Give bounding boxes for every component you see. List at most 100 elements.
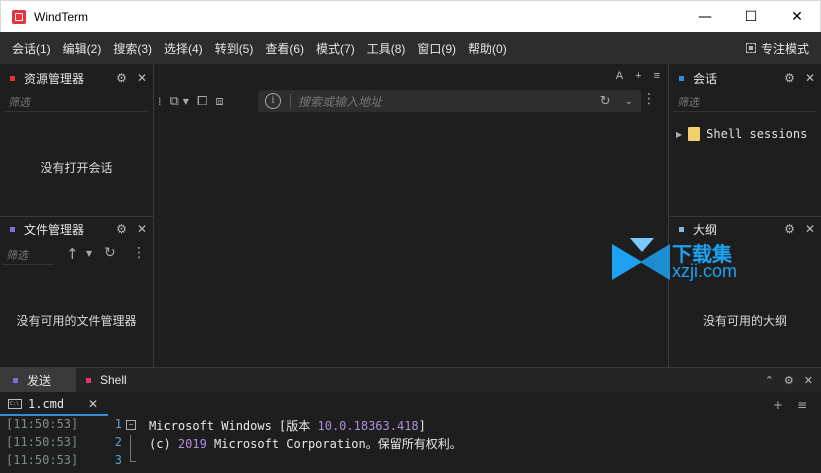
file-manager-tools: ⚙ ✕ xyxy=(116,217,147,241)
refresh-icon[interactable]: ↻ xyxy=(104,245,116,261)
file-manager-filter-input[interactable]: 筛选 xyxy=(2,245,54,265)
tree-item-shell-sessions[interactable]: ▶ Shell sessions xyxy=(676,124,807,144)
chevron-down-icon[interactable]: ⌄ xyxy=(625,96,633,107)
tree-item-label: Shell sessions xyxy=(706,127,808,141)
menu-mode[interactable]: 模式(7) xyxy=(310,40,361,57)
focus-mode-button[interactable]: 专注模式 xyxy=(745,32,809,64)
line-number: 1 xyxy=(114,417,122,431)
terminal-line: [11:50:53] 1 − Microsoft Windows [版本 10.… xyxy=(0,417,821,435)
drag-handle-icon[interactable]: ⁞ xyxy=(158,95,162,108)
timestamp: [11:50:53] xyxy=(6,453,79,467)
fold-end xyxy=(130,461,136,462)
info-icon[interactable]: i xyxy=(265,93,281,109)
menu-tools[interactable]: 工具(8) xyxy=(361,40,412,57)
gear-icon[interactable]: ⚙ xyxy=(116,222,127,236)
bottom-panel-tabs: 发送 Shell ⌃ ⚙ ✕ xyxy=(0,368,821,392)
file-manager-panel: 文件管理器 ⚙ ✕ 筛选 ↑ ▼ ↻ ⋮ 没有可用的文件管理器 xyxy=(0,217,153,367)
explorer-panel: 资源管理器 ⚙ ✕ 筛选 没有打开会话 xyxy=(0,66,153,216)
center-tools: A + ≡ xyxy=(616,64,660,88)
text-segment: ] xyxy=(418,419,426,433)
menu-session[interactable]: 会话(1) xyxy=(6,40,57,57)
gear-icon[interactable]: ⚙ xyxy=(116,71,127,85)
menu-edit[interactable]: 编辑(2) xyxy=(57,40,108,57)
terminal-line: [11:50:53] 3 xyxy=(0,453,821,471)
close-icon[interactable]: ✕ xyxy=(88,397,98,411)
terminal-line: [11:50:53] 2 (c) 2019 Microsoft Corporat… xyxy=(0,435,821,453)
font-button[interactable]: A xyxy=(616,70,623,82)
maximize-button[interactable]: ☐ xyxy=(728,1,774,32)
file-manager-title: 文件管理器 xyxy=(24,222,85,237)
line-number: 3 xyxy=(114,453,122,467)
explorer-tools: ⚙ ✕ xyxy=(116,66,147,90)
watermark: 下载集 xzji.com xyxy=(612,238,762,284)
menu-icon[interactable]: ≡ xyxy=(797,398,807,412)
address-bar[interactable]: i 搜索或输入地址 ↻ ⌄ xyxy=(258,90,641,112)
duplicate-session-icon[interactable]: ⧈ xyxy=(215,94,223,109)
close-icon[interactable]: ✕ xyxy=(805,222,815,236)
close-icon[interactable]: ✕ xyxy=(804,374,813,387)
explorer-filter-input[interactable]: 筛选 xyxy=(4,92,149,112)
menu-bar: 会话(1) 编辑(2) 搜索(3) 选择(4) 转到(5) 查看(6) 模式(7… xyxy=(0,32,821,64)
tab-send[interactable]: 发送 xyxy=(0,368,76,392)
session-tab-bar: C:\ 1.cmd ✕ + ≡ xyxy=(0,394,821,416)
menu-view[interactable]: 查看(6) xyxy=(259,40,310,57)
title-bar: WindTerm — ☐ ✕ xyxy=(0,0,821,32)
send-dot-icon xyxy=(13,377,18,383)
sessions-dot-icon xyxy=(679,75,684,81)
bottom-panel-tools: ⌃ ⚙ ✕ xyxy=(765,368,813,392)
chevron-down-icon[interactable]: ▼ xyxy=(86,249,92,258)
menu-button[interactable]: ≡ xyxy=(654,70,660,82)
close-icon[interactable]: ✕ xyxy=(137,71,147,85)
gear-icon[interactable]: ⚙ xyxy=(784,222,795,236)
terminal-text: (c) 2019 Microsoft Corporation。保留所有权利。 xyxy=(149,435,462,452)
file-manager-empty-message: 没有可用的文件管理器 xyxy=(16,314,137,328)
tab-shell[interactable]: Shell xyxy=(76,368,137,392)
open-session-icon[interactable]: ⧠ xyxy=(197,94,207,109)
file-manager-dot-icon xyxy=(10,226,15,232)
session-tab[interactable]: C:\ 1.cmd ✕ xyxy=(0,394,108,416)
address-input[interactable]: 搜索或输入地址 xyxy=(298,93,382,110)
gear-icon[interactable]: ⚙ xyxy=(784,374,794,387)
menu-window[interactable]: 窗口(9) xyxy=(411,40,462,57)
collapse-icon[interactable]: ⌃ xyxy=(765,374,774,387)
version-number: 10.0.18363.418 xyxy=(317,419,419,433)
tab-send-label: 发送 xyxy=(27,373,52,388)
outline-empty-message: 没有可用的大纲 xyxy=(702,314,787,328)
terminal-text: Microsoft Windows [版本 10.0.18363.418] xyxy=(149,417,426,434)
more-icon[interactable]: ⋮ xyxy=(642,91,656,107)
text-segment: Microsoft Windows [版本 xyxy=(149,419,318,433)
add-icon[interactable]: + xyxy=(773,398,783,412)
text-segment: Microsoft Corporation。保留所有权利。 xyxy=(206,437,462,451)
close-button[interactable]: ✕ xyxy=(774,1,820,32)
close-icon[interactable]: ✕ xyxy=(805,71,815,85)
outline-tools: ⚙ ✕ xyxy=(784,217,815,241)
explorer-header: 资源管理器 ⚙ ✕ xyxy=(0,66,153,90)
more-icon[interactable]: ⋮ xyxy=(132,245,146,261)
up-arrow-icon[interactable]: ↑ xyxy=(66,245,79,263)
menu-select[interactable]: 选择(4) xyxy=(158,40,209,57)
watermark-logo-icon xyxy=(612,238,670,280)
address-actions: ↻ ⌄ xyxy=(600,90,633,112)
file-manager-toolbar: 筛选 ↑ ▼ ↻ ⋮ xyxy=(0,241,153,271)
close-icon[interactable]: ✕ xyxy=(137,222,147,236)
terminal-output[interactable]: [11:50:53] 1 − Microsoft Windows [版本 10.… xyxy=(0,417,821,473)
menu-search[interactable]: 搜索(3) xyxy=(107,40,158,57)
folder-icon xyxy=(688,127,701,141)
menu-help[interactable]: 帮助(0) xyxy=(462,40,513,57)
address-separator xyxy=(290,94,291,108)
sessions-filter-input[interactable]: 筛选 xyxy=(673,92,817,112)
outline-dot-icon xyxy=(679,226,684,232)
gear-icon[interactable]: ⚙ xyxy=(784,71,795,85)
add-tab-button[interactable]: + xyxy=(635,70,641,82)
fold-guide xyxy=(130,435,131,453)
minimize-button[interactable]: — xyxy=(682,1,728,32)
menu-goto[interactable]: 转到(5) xyxy=(209,40,260,57)
window-title: WindTerm xyxy=(34,9,89,24)
new-session-icon[interactable]: ⧉ xyxy=(170,94,179,109)
window-controls: — ☐ ✕ xyxy=(682,1,820,32)
chevron-down-icon[interactable]: ▼ xyxy=(183,97,189,106)
reload-icon[interactable]: ↻ xyxy=(600,94,611,109)
year-number: 2019 xyxy=(177,437,207,451)
expand-arrow-icon[interactable]: ▶ xyxy=(676,130,682,139)
fold-toggle-icon[interactable]: − xyxy=(126,420,136,430)
